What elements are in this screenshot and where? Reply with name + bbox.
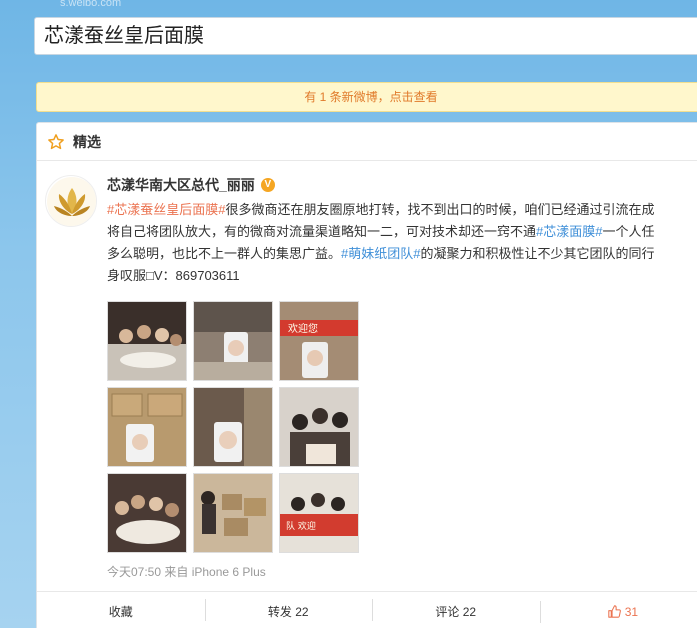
post-line: 多么聪明，也比不上一群人的集思广益。#萌妹纸团队#的凝聚力和积极性让不少其它团队… (107, 243, 697, 265)
post-text: #芯漾蚕丝皇后面膜#很多微商还在朋友圈原地打转，找不到出口的时候，咱们已经通过引… (107, 199, 697, 287)
avatar[interactable] (45, 175, 97, 227)
svg-text:欢迎您: 欢迎您 (288, 322, 318, 335)
post-timestamp[interactable]: 今天07:50 来自 iPhone 6 Plus (107, 563, 266, 580)
post-image-thumbnail[interactable] (279, 387, 359, 467)
post-image-thumbnail[interactable] (107, 473, 187, 553)
search-input[interactable]: 芯漾蚕丝皇后面膜 (34, 17, 697, 55)
post-image-thumbnail[interactable] (193, 473, 273, 553)
like-button[interactable]: 31 (539, 600, 697, 623)
featured-card: 精选 芯漾华南大区总代_丽丽 V #芯漾蚕丝皇后面膜#很多微商还在朋友圈原地打转… (36, 122, 697, 628)
author-row: 芯漾华南大区总代_丽丽 V (107, 175, 275, 195)
post-line: 将自己将团队放大，有的微商对流量渠道略知一二，可对技术却还一窍不通#芯漾面膜#一… (107, 221, 697, 243)
hashtag-link[interactable]: #芯漾面膜# (536, 224, 602, 239)
post-text-segment: 一个人任 (602, 224, 655, 239)
card-header: 精选 (37, 123, 697, 161)
thumbs-up-icon (608, 604, 622, 618)
url-strip: s.weibo.com (60, 0, 122, 9)
post-image-thumbnail[interactable] (107, 387, 187, 467)
post-image-thumbnail[interactable] (107, 301, 187, 381)
post-line: 身叹服□V：869703611 (107, 265, 697, 287)
author-name[interactable]: 芯漾华南大区总代_丽丽 (107, 175, 255, 195)
post-image-thumbnail[interactable] (193, 387, 273, 467)
favorite-label: 收藏 (108, 605, 133, 619)
favorite-button[interactable]: 收藏 (37, 603, 205, 620)
post-actions-bar: 收藏 转发 22 评论 22 31 (37, 591, 697, 628)
lotus-logo-icon (47, 177, 96, 226)
post-image-thumbnail[interactable]: 欢迎您 (279, 301, 359, 381)
comment-button[interactable]: 评论 22 (372, 599, 540, 621)
star-icon (48, 133, 64, 149)
like-count: 31 (624, 604, 639, 619)
post-text-segment: 很多微商还在朋友圈原地打转，找不到出口的时候，咱们已经通过引流在成 (225, 202, 655, 217)
post-text-segment: 身叹服□V：869703611 (107, 268, 240, 283)
post-image-thumbnail[interactable] (193, 301, 273, 381)
post-image-thumbnail[interactable]: 队 欢迎 (279, 473, 359, 553)
comment-label: 评论 22 (435, 605, 477, 619)
hashtag-link[interactable]: #萌妹纸团队# (341, 246, 420, 261)
repost-button[interactable]: 转发 22 (204, 599, 373, 621)
post-text-segment: 多么聪明，也比不上一群人的集思广益。 (107, 246, 342, 261)
post-line: #芯漾蚕丝皇后面膜#很多微商还在朋友圈原地打转，找不到出口的时候，咱们已经通过引… (107, 199, 697, 221)
post-text-segment: 的凝聚力和积极性让不少其它团队的同行 (420, 246, 655, 261)
card-title: 精选 (73, 133, 101, 150)
image-grid: 欢迎您 队 欢迎 (107, 301, 363, 557)
new-posts-notice[interactable]: 有 1 条新微博，点击查看 (36, 82, 697, 112)
post-text-segment: 将自己将团队放大，有的微商对流量渠道略知一二，可对技术却还一窍不通 (107, 224, 537, 239)
verified-icon: V (260, 178, 275, 192)
repost-label: 转发 22 (267, 605, 309, 619)
svg-text:队 欢迎: 队 欢迎 (286, 520, 316, 532)
hashtag-link[interactable]: #芯漾蚕丝皇后面膜# (107, 202, 225, 217)
